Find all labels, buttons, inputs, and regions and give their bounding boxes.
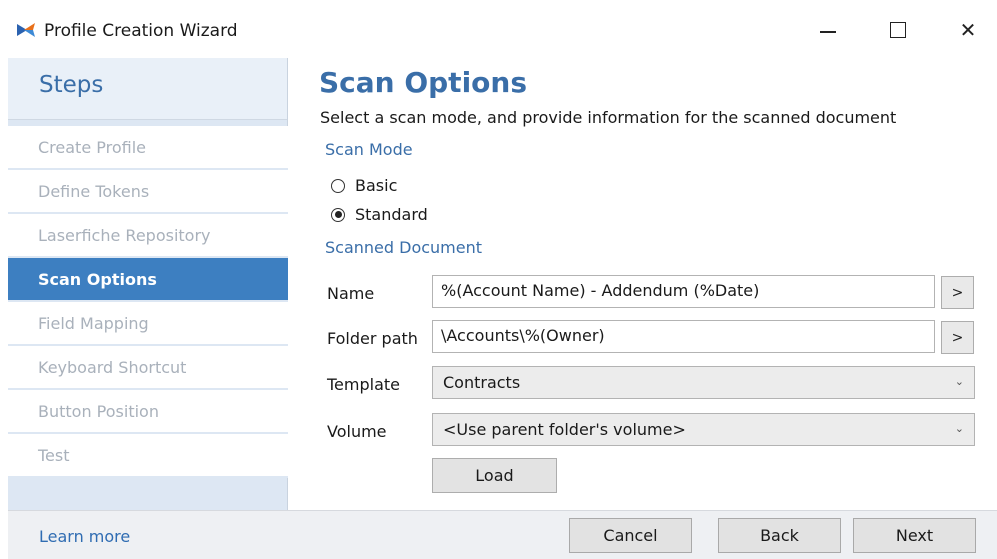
close-button[interactable]: ✕ bbox=[948, 14, 988, 46]
template-select[interactable]: Contracts ⌄ bbox=[432, 366, 975, 399]
step-field-mapping[interactable]: Field Mapping bbox=[8, 302, 288, 346]
folder-path-label: Folder path bbox=[327, 329, 418, 348]
name-label: Name bbox=[327, 284, 375, 303]
volume-label: Volume bbox=[327, 422, 387, 441]
radio-standard[interactable]: Standard bbox=[331, 205, 428, 224]
radio-basic-label: Basic bbox=[355, 176, 398, 195]
template-label: Template bbox=[327, 375, 401, 394]
name-token-button[interactable]: > bbox=[941, 276, 974, 309]
step-define-tokens[interactable]: Define Tokens bbox=[8, 170, 288, 214]
load-button[interactable]: Load bbox=[432, 458, 557, 493]
radio-standard-label: Standard bbox=[355, 205, 428, 224]
maximize-button[interactable] bbox=[878, 14, 918, 46]
step-scan-options[interactable]: Scan Options bbox=[8, 258, 288, 302]
laserfiche-logo-icon bbox=[17, 23, 35, 37]
page-subtitle: Select a scan mode, and provide informat… bbox=[320, 108, 897, 127]
footer-bar: Learn more Cancel Back Next bbox=[8, 510, 997, 559]
radio-selected-icon bbox=[331, 207, 345, 222]
step-test[interactable]: Test bbox=[8, 434, 288, 478]
steps-panel: Steps Create Profile Define Tokens Laser… bbox=[8, 58, 288, 510]
radio-dot bbox=[334, 211, 342, 218]
minimize-button[interactable] bbox=[808, 14, 848, 46]
volume-select[interactable]: <Use parent folder's volume> ⌄ bbox=[432, 413, 975, 446]
window-title: Profile Creation Wizard bbox=[44, 21, 238, 41]
chevron-down-icon: ⌄ bbox=[954, 422, 964, 435]
steps-title: Steps bbox=[39, 72, 104, 98]
folder-path-input[interactable]: \Accounts\%(Owner) bbox=[432, 320, 935, 353]
radio-unselected-icon bbox=[331, 178, 345, 193]
step-list: Create Profile Define Tokens Laserfiche … bbox=[8, 126, 288, 478]
radio-basic[interactable]: Basic bbox=[331, 176, 397, 195]
scan-mode-label: Scan Mode bbox=[325, 140, 413, 159]
chevron-down-icon: ⌄ bbox=[954, 375, 964, 388]
step-create-profile[interactable]: Create Profile bbox=[8, 126, 288, 170]
next-button[interactable]: Next bbox=[853, 518, 976, 553]
main-content: Scan Options Select a scan mode, and pro… bbox=[289, 58, 997, 510]
page-title: Scan Options bbox=[319, 66, 528, 99]
folder-browse-button[interactable]: > bbox=[941, 321, 974, 354]
back-button[interactable]: Back bbox=[718, 518, 841, 553]
step-keyboard-shortcut[interactable]: Keyboard Shortcut bbox=[8, 346, 288, 390]
maximize-icon bbox=[890, 22, 906, 38]
step-button-position[interactable]: Button Position bbox=[8, 390, 288, 434]
template-value: Contracts bbox=[443, 373, 521, 392]
close-icon: ✕ bbox=[959, 18, 977, 42]
volume-value: <Use parent folder's volume> bbox=[443, 420, 686, 439]
minimize-icon bbox=[820, 31, 836, 33]
title-bar: Profile Creation Wizard ✕ bbox=[0, 0, 997, 58]
cancel-button[interactable]: Cancel bbox=[569, 518, 692, 553]
scanned-document-label: Scanned Document bbox=[325, 238, 483, 257]
name-input[interactable]: %(Account Name) - Addendum (%Date) bbox=[432, 275, 935, 308]
step-laserfiche-repository[interactable]: Laserfiche Repository bbox=[8, 214, 288, 258]
learn-more-link[interactable]: Learn more bbox=[39, 527, 130, 546]
